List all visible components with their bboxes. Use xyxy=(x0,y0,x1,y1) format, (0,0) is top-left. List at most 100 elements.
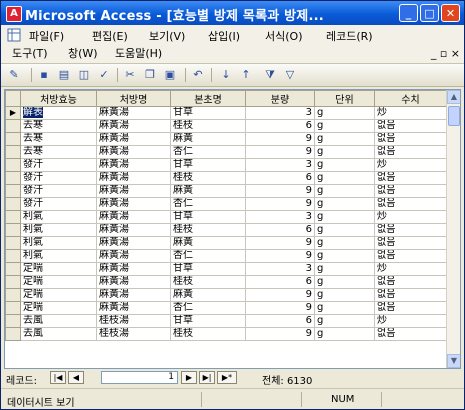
cell-unit[interactable]: g xyxy=(314,210,375,224)
cell-efficacy[interactable]: 利氣 xyxy=(20,236,97,250)
save-icon[interactable]: ▪ xyxy=(37,68,51,82)
cell-prescription[interactable]: 麻黃湯 xyxy=(96,288,171,302)
row-selector[interactable] xyxy=(5,262,21,276)
cell-unit[interactable]: g xyxy=(314,184,375,198)
table-row[interactable]: 利氣 麻黃湯 杏仁 9 g 없음 xyxy=(5,249,447,263)
row-selector[interactable] xyxy=(5,327,21,341)
menu-file[interactable]: 파일(F) xyxy=(29,28,64,44)
table-row[interactable]: 定喘 麻黃湯 甘草 3 g 炒 xyxy=(5,262,447,276)
cell-efficacy[interactable]: 發汗 xyxy=(20,171,97,185)
table-row[interactable]: 定喘 麻黃湯 麻黃 9 g 없음 xyxy=(5,288,447,302)
cell-processing[interactable]: 없음 xyxy=(374,327,447,341)
select-all-corner[interactable] xyxy=(5,90,21,107)
cell-prescription[interactable]: 麻黃湯 xyxy=(96,119,171,133)
menu-tools[interactable]: 도구(T) xyxy=(12,45,48,61)
cell-prescription[interactable]: 麻黃湯 xyxy=(96,132,171,146)
cell-efficacy[interactable]: 利氣 xyxy=(20,223,97,237)
title-bar[interactable]: A Microsoft Access - [효능별 방제 목록과 방제... _… xyxy=(1,1,464,25)
cell-herb[interactable]: 桂枝 xyxy=(170,171,246,185)
row-selector[interactable] xyxy=(5,249,21,263)
first-record-button[interactable]: |◀ xyxy=(50,371,66,384)
cell-efficacy[interactable]: 發汗 xyxy=(20,184,97,198)
cell-efficacy[interactable]: 發汗 xyxy=(20,197,97,211)
cell-amount[interactable]: 9 xyxy=(245,249,315,263)
cell-processing[interactable]: 없음 xyxy=(374,223,447,237)
cell-processing[interactable]: 없음 xyxy=(374,132,447,146)
column-header[interactable]: 처방효능 xyxy=(20,90,97,107)
cell-herb[interactable]: 杏仁 xyxy=(170,145,246,159)
cell-processing[interactable]: 없음 xyxy=(374,184,447,198)
cell-prescription[interactable]: 麻黃湯 xyxy=(96,249,171,263)
next-record-button[interactable]: ▶ xyxy=(181,371,197,384)
row-selector[interactable] xyxy=(5,314,21,328)
cell-unit[interactable]: g xyxy=(314,288,375,302)
cell-amount[interactable]: 6 xyxy=(245,275,315,289)
cell-amount[interactable]: 9 xyxy=(245,197,315,211)
cell-processing[interactable]: 없음 xyxy=(374,119,447,133)
cell-processing[interactable]: 없음 xyxy=(374,275,447,289)
cell-amount[interactable]: 9 xyxy=(245,327,315,341)
cell-herb[interactable]: 杏仁 xyxy=(170,197,246,211)
minimize-button[interactable]: _ xyxy=(399,4,418,22)
cell-prescription[interactable]: 桂枝湯 xyxy=(96,314,171,328)
table-row[interactable]: 去風 桂枝湯 甘草 6 g 炒 xyxy=(5,314,447,328)
cell-efficacy[interactable]: 利氣 xyxy=(20,249,97,263)
scroll-up-arrow[interactable]: ▲ xyxy=(447,90,460,104)
cell-unit[interactable]: g xyxy=(314,197,375,211)
cell-amount[interactable]: 6 xyxy=(245,314,315,328)
cell-prescription[interactable]: 麻黃湯 xyxy=(96,236,171,250)
cell-unit[interactable]: g xyxy=(314,236,375,250)
cell-herb[interactable]: 麻黃 xyxy=(170,132,246,146)
cell-processing[interactable]: 없음 xyxy=(374,197,447,211)
cell-prescription[interactable]: 麻黃湯 xyxy=(96,158,171,172)
spelling-icon[interactable]: ✓ xyxy=(97,68,111,82)
row-selector[interactable] xyxy=(5,171,21,185)
cell-unit[interactable]: g xyxy=(314,275,375,289)
table-row[interactable]: 發汗 麻黃湯 甘草 3 g 炒 xyxy=(5,158,447,172)
cell-efficacy[interactable]: 發汗 xyxy=(20,158,97,172)
column-header[interactable]: 처방명 xyxy=(96,90,171,107)
cell-herb[interactable]: 麻黃 xyxy=(170,236,246,250)
cell-processing[interactable]: 炒 xyxy=(374,106,447,120)
cell-processing[interactable]: 炒 xyxy=(374,158,447,172)
view-icon[interactable]: ✎ xyxy=(7,68,21,82)
table-row[interactable]: 發汗 麻黃湯 杏仁 9 g 없음 xyxy=(5,197,447,211)
row-selector[interactable] xyxy=(5,158,21,172)
cell-prescription[interactable]: 桂枝湯 xyxy=(96,327,171,341)
row-selector[interactable] xyxy=(5,132,21,146)
menu-insert[interactable]: 삽입(I) xyxy=(208,28,240,44)
cell-processing[interactable]: 없음 xyxy=(374,301,447,315)
cell-herb[interactable]: 甘草 xyxy=(170,210,246,224)
cell-herb[interactable]: 麻黃 xyxy=(170,184,246,198)
cell-herb[interactable]: 甘草 xyxy=(170,106,246,120)
scroll-down-arrow[interactable]: ▼ xyxy=(447,354,460,368)
row-selector[interactable] xyxy=(5,275,21,289)
cell-amount[interactable]: 6 xyxy=(245,171,315,185)
copy-icon[interactable]: ❐ xyxy=(143,68,157,82)
cell-efficacy[interactable]: 去寒 xyxy=(20,132,97,146)
row-selector[interactable] xyxy=(5,119,21,133)
row-selector[interactable] xyxy=(5,197,21,211)
cell-prescription[interactable]: 麻黃湯 xyxy=(96,197,171,211)
table-row[interactable]: 去寒 麻黃湯 杏仁 9 g 없음 xyxy=(5,145,447,159)
cell-amount[interactable]: 9 xyxy=(245,288,315,302)
menu-window[interactable]: 창(W) xyxy=(68,45,98,61)
cell-processing[interactable]: 없음 xyxy=(374,171,447,185)
cell-efficacy[interactable]: 去寒 xyxy=(20,119,97,133)
cell-efficacy[interactable]: 去風 xyxy=(20,314,97,328)
menu-view[interactable]: 보기(V) xyxy=(149,28,185,44)
cell-unit[interactable]: g xyxy=(314,158,375,172)
apply-filter-icon[interactable]: ▽ xyxy=(283,68,297,82)
cell-herb[interactable]: 桂枝 xyxy=(170,119,246,133)
column-header[interactable]: 단위 xyxy=(314,90,375,107)
print-icon[interactable]: ▤ xyxy=(57,68,71,82)
new-record-button[interactable]: ▶* xyxy=(217,371,237,384)
current-row-indicator[interactable]: ▶ xyxy=(5,106,21,120)
datasheet-grid[interactable]: 처방효능 처방명 본초명 분량 단위 수치 ▶ 解表 麻黃湯 甘草 3 g 炒去寒 麻黃湯 桂枝… xyxy=(4,89,461,369)
cell-processing[interactable]: 없음 xyxy=(374,249,447,263)
print-preview-icon[interactable]: ◫ xyxy=(77,68,91,82)
table-row[interactable]: 利氣 麻黃湯 麻黃 9 g 없음 xyxy=(5,236,447,250)
cell-prescription[interactable]: 麻黃湯 xyxy=(96,106,171,120)
cell-efficacy[interactable]: 定喘 xyxy=(20,275,97,289)
scroll-thumb[interactable] xyxy=(448,106,460,126)
